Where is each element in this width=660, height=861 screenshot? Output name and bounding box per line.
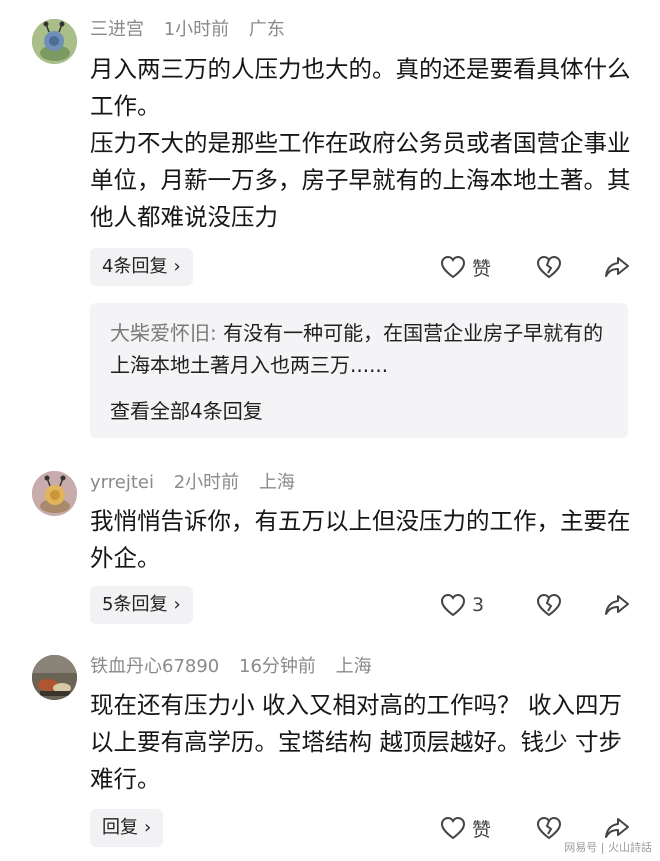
share-button[interactable] — [604, 248, 630, 286]
comment-paragraph: 我悄悄告诉你，有五万以上但没压力的工作，主要在外企。 — [90, 507, 631, 572]
like-button[interactable]: 3 — [440, 586, 484, 624]
share-button[interactable] — [604, 586, 630, 624]
username[interactable]: yrrejtei — [90, 472, 154, 493]
comment-paragraph: 现在还有压力小 收入又相对高的工作吗？ 收入四万以上要有高学历。宝塔结构 越顶层… — [90, 691, 622, 793]
comment-item: 三进宫 1小时前 广东 月入两三万的人压力也大的。真的还是要看具体什么工作。 压… — [0, 0, 660, 455]
photo-avatar-icon — [32, 655, 77, 700]
comment-text: 现在还有压力小 收入又相对高的工作吗？ 收入四万以上要有高学历。宝塔结构 越顶层… — [90, 687, 638, 798]
watermark: 网易号 | 火山詩話 — [564, 841, 652, 854]
comment-item: yrrejtei 2小时前 上海 我悄悄告诉你，有五万以上但没压力的工作，主要在… — [0, 455, 660, 645]
chevron-right-icon: › — [144, 817, 152, 838]
comment-actions: 4条回复 › 赞 — [90, 248, 630, 286]
user-avatar[interactable] — [32, 655, 77, 700]
replies-button[interactable]: 5条回复 › — [90, 586, 193, 624]
share-arrow-icon — [605, 257, 629, 277]
timestamp: 16分钟前 — [239, 656, 316, 677]
location: 上海 — [335, 656, 372, 677]
comment-text: 月入两三万的人压力也大的。真的还是要看具体什么工作。 压力不大的是那些工作在政府… — [90, 51, 638, 236]
like-count: 3 — [472, 594, 485, 616]
like-count: 赞 — [472, 257, 492, 280]
broken-heart-icon — [536, 255, 562, 279]
reply-preview[interactable]: 大柴爱怀旧: 有没有一种可能，在国营企业房子早就有的上海本地土著月入也两三万..… — [90, 303, 628, 438]
username[interactable]: 铁血丹心67890 — [90, 656, 219, 677]
user-avatar[interactable] — [32, 19, 77, 64]
like-count: 赞 — [472, 818, 492, 841]
dislike-button[interactable] — [536, 586, 562, 624]
reply-label: 回复 — [102, 817, 138, 838]
comment-paragraph: 压力不大的是那些工作在政府公务员或者国营企事业单位，月薪一万多，房子早就有的上海… — [90, 129, 631, 231]
dislike-button[interactable] — [536, 248, 562, 286]
comment-actions: 5条回复 › 3 — [90, 586, 630, 624]
like-button[interactable]: 赞 — [440, 809, 491, 847]
comment-text: 我悄悄告诉你，有五万以上但没压力的工作，主要在外企。 — [90, 503, 638, 577]
broken-heart-icon — [536, 816, 562, 840]
reply-button[interactable]: 回复 › — [90, 809, 164, 847]
timestamp: 2小时前 — [173, 472, 240, 493]
comment-actions: 回复 › 赞 — [90, 809, 630, 847]
replies-label: 4条回复 — [102, 256, 168, 277]
snail-avatar-icon — [32, 471, 77, 516]
like-button[interactable]: 赞 — [440, 248, 491, 286]
comment-paragraph: 月入两三万的人压力也大的。真的还是要看具体什么工作。 — [90, 55, 631, 120]
location: 广东 — [248, 19, 285, 40]
comment-meta: 铁血丹心67890 16分钟前 上海 — [90, 654, 386, 680]
user-avatar[interactable] — [32, 471, 77, 516]
comment-meta: 三进宫 1小时前 广东 — [90, 17, 299, 43]
reply-username[interactable]: 大柴爱怀旧 — [110, 321, 210, 345]
share-arrow-icon — [605, 595, 629, 615]
reply-preview-text: 大柴爱怀旧: 有没有一种可能，在国营企业房子早就有的上海本地土著月入也两三万..… — [110, 317, 610, 381]
view-all-replies-link[interactable]: 查看全部4条回复 — [110, 395, 263, 427]
broken-heart-icon — [536, 593, 562, 617]
heart-outline-icon — [440, 255, 466, 279]
chevron-right-icon: › — [173, 594, 181, 615]
heart-outline-icon — [440, 816, 466, 840]
timestamp: 1小时前 — [163, 19, 230, 40]
reply-separator: : — [210, 321, 217, 345]
replies-label: 5条回复 — [102, 594, 168, 615]
heart-outline-icon — [440, 593, 466, 617]
dislike-button[interactable] — [536, 809, 562, 847]
comment-meta: yrrejtei 2小时前 上海 — [90, 470, 309, 496]
replies-button[interactable]: 4条回复 › — [90, 248, 193, 286]
snail-avatar-icon — [32, 19, 77, 64]
location: 上海 — [258, 472, 295, 493]
comment-item: 铁血丹心67890 16分钟前 上海 现在还有压力小 收入又相对高的工作吗？ 收… — [0, 645, 660, 861]
username[interactable]: 三进宫 — [90, 19, 144, 40]
share-arrow-icon — [605, 818, 629, 838]
chevron-right-icon: › — [173, 256, 181, 277]
